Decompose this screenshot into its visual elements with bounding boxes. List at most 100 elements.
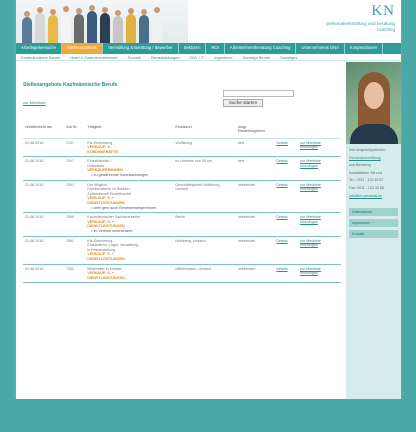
nav-item-arbeitsgebersuche[interactable]: Arbeitsgebersuche [16,43,62,54]
job-activity: Mitarbeiter in Einsatz VERKAUF: S. + DIENS… [85,264,174,284]
brand-subtitle-2: coaching [376,27,395,32]
footer-bar [0,399,416,432]
add-to-merkliste-link[interactable]: zur Merkliste hinzufügen [297,236,341,265]
table-header-row: veröffentlicht am Job Nr. Tätigkeit Eins… [23,124,341,139]
team-figure [35,7,45,43]
nav-item-roi[interactable]: ROI [206,43,225,54]
sidebar-button[interactable]: Kontakt [349,230,398,239]
main-content: Stellenangebote Kaufmännische Berufe zur… [16,62,346,399]
main-nav: Arbeitsgebersuche Stellenangebote Vermit… [16,43,401,54]
team-figure [126,8,136,43]
job-number: 7051 [63,180,86,214]
job-place: Berlin [173,212,236,237]
job-activity-line: DIENSTLEISTUNGEN [87,256,125,261]
subnav-item[interactable]: Hotel & Gastronomieberufe [65,54,122,60]
table-row: 01.06.2016 7047 Einzelhändler / Unterstufe V… [23,156,341,181]
add-to-merkliste-link[interactable]: zur Merkliste hinzufügen [297,180,341,214]
subnav-item[interactable]: Dienstleistungen [146,54,185,60]
team-figure [22,11,32,43]
nav-item-kooperationen[interactable]: Kooperationen [345,43,384,54]
subnav-item[interactable]: Kaufmännische Berufe [16,54,65,60]
photo-face [364,82,384,109]
col-header-place[interactable]: Einsatzort [173,124,236,139]
job-date: 01.06.2016 [23,212,64,237]
job-form: befr. [235,156,275,181]
nav-item-vermittlung[interactable]: Vermittlung & Beratung / Bewerber [103,43,179,54]
job-number: 7237 [63,138,86,158]
job-date: 01.06.2016 [23,264,64,284]
job-number: 7047 [63,156,86,181]
job-form: unbefristet [235,180,275,214]
sub-nav: Kaufmännische Berufe Hotel & Gastronomie… [16,54,401,61]
nav-item-coaching[interactable]: Arbeitnehmerberatung Coaching [225,43,297,54]
brand[interactable]: KN personalvermittlung und beratung coac… [327,3,395,32]
consultant-photo [346,62,401,144]
job-bullet: • im Vertrieb unterstützen [91,229,133,233]
sidebar-line: Kontaktieren Sie uns [349,170,383,175]
job-activity: Der Möglich Fachberater/in im Bereich Auße… [85,180,174,214]
sidebar-line: Tel.: 0911 - 123 45 67 [349,178,384,183]
job-number: 7069 [63,212,86,237]
sidebar-text: Ihre Ansprechpartnerin Personalvermittlu… [346,144,401,205]
merkliste-link[interactable]: zur Merkliste [23,100,46,105]
job-date: 01.06.2016 [23,180,64,214]
col-header-jobnr[interactable]: Job Nr. [63,124,86,139]
details-link[interactable]: Details [274,212,298,237]
table-row: 01.06.2016 7030 Mitarbeiter in Einsatz VERK… [23,264,341,284]
page-sheet: KN personalvermittlung und beratung coac… [16,0,401,399]
job-form: befr. [235,138,275,158]
sidebar-line[interactable]: Personalvermittlung [349,156,398,161]
job-activity: Kaufmännischer Sachbearbeiter VERKAUF: S.… [85,212,174,237]
job-place: Nürnberg, Umland [173,236,236,265]
sidebar-email[interactable]: info@kn-personal.de [349,194,398,199]
table-row: 01.06.2016 7051 Der Möglich Fachberater/in … [23,180,341,214]
job-form: unbefristet [235,264,275,284]
details-link[interactable]: Details [274,236,298,265]
nav-item-stellenangebote[interactable]: Stellenangebote [61,43,104,54]
team-figure [139,9,149,43]
sidebar: Ihre Ansprechpartnerin Personalvermittlu… [346,62,401,399]
job-place: Mittelfranken, Umland [173,264,236,284]
col-header-date[interactable]: veröffentlicht am [23,124,64,139]
team-figure [152,7,162,43]
sidebar-button[interactable]: Impressum [349,219,398,228]
add-to-merkliste-link[interactable]: zur Merkliste hinzufügen [297,212,341,237]
job-place: Geschäftsgebiet Wolfsburg, Umland [173,180,236,214]
table-row: 01.06.2016 7069 Kaufmännischer Sachbearbei… [23,212,341,237]
add-to-merkliste-link[interactable]: zur Merkliste hinzufügen [297,156,341,181]
job-form: unbefristet [235,212,275,237]
job-activity: Kfz-Einrichtung VERKAUF: S. KUNDENKRÄFTE [85,138,174,158]
subnav-item[interactable]: Ingenieure [209,54,237,60]
col-header-form[interactable]: mögl. Einstellungsform [235,124,275,139]
table-row: 01.06.2016 7062 Kfz-Einrichtung Einkäufer/i… [23,236,341,265]
details-link[interactable]: Details [274,156,298,181]
add-to-merkliste-link[interactable]: zur Merkliste hinzufügen [297,138,341,158]
search-button[interactable]: Suche starten [223,99,263,107]
add-to-merkliste-link[interactable]: zur Merkliste hinzufügen [297,264,341,284]
job-activity: Kfz-Einrichtung Einkäufer/in, Lager, Verw… [85,236,174,265]
subnav-item[interactable]: Sonstiges [275,54,302,60]
subnav-item[interactable]: Technik [123,54,146,60]
nav-item-dna[interactable]: Unternehmens DNA [296,43,345,54]
job-date: 01.06.2016 [23,138,64,158]
sidebar-button[interactable]: Datenschutz [349,208,398,217]
team-figure [48,9,58,43]
subnav-item[interactable]: Sonstige Berufe [238,54,276,60]
subnav-item[interactable]: EDV / IT [185,54,210,60]
jobs-table: veröffentlicht am Job Nr. Tätigkeit Eins… [23,124,341,284]
header-photo-strip [16,0,188,43]
details-link[interactable]: Details [274,138,298,158]
details-link[interactable]: Details [274,264,298,284]
details-link[interactable]: Details [274,180,298,214]
col-header-activity[interactable]: Tätigkeit [85,124,174,139]
job-date: 01.06.2016 [23,156,64,181]
team-figure [74,8,84,43]
nav-item-sektoren[interactable]: Sektoren [179,43,207,54]
job-activity-line: DIENSTLEISTUNGEN [87,275,125,280]
search-input[interactable] [223,90,294,97]
table-row: 01.06.2016 7237 Kfz-Einrichtung VERKAUF: S.… [23,138,341,158]
brand-logo[interactable]: KN [327,3,395,20]
team-figure [61,6,71,43]
job-bullet: • zu gewährende Voraussetzungen [91,173,149,178]
header: KN personalvermittlung und beratung coac… [16,0,401,43]
